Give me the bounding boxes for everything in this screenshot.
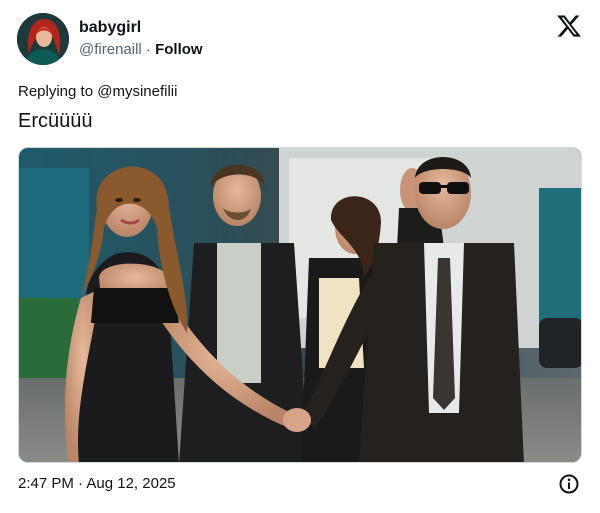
author-display-name[interactable]: babygirl xyxy=(79,18,141,38)
tweet-media-photo[interactable] xyxy=(18,147,582,463)
avatar-image xyxy=(17,13,69,65)
separator-dot: · xyxy=(78,475,84,492)
photo-scene xyxy=(19,148,581,462)
x-logo-icon[interactable] xyxy=(556,13,582,39)
replying-to-prefix: Replying to xyxy=(18,83,94,100)
info-icon[interactable] xyxy=(558,473,580,495)
separator-dot: · xyxy=(145,41,151,58)
author-handle-row: @firenaill · Follow xyxy=(79,40,203,60)
tweet-text: Ercüüüü xyxy=(18,110,93,132)
author-handle[interactable]: @firenaill xyxy=(79,41,142,58)
replying-to: Replying to @mysinefilii xyxy=(18,82,177,102)
follow-button[interactable]: Follow xyxy=(155,41,203,58)
replying-to-handle[interactable]: @mysinefilii xyxy=(97,83,177,100)
avatar[interactable] xyxy=(17,13,69,65)
tweet-date: Aug 12, 2025 xyxy=(86,475,176,492)
tweet-time: 2:47 PM xyxy=(18,475,74,492)
tweet-timestamp[interactable]: 2:47 PM · Aug 12, 2025 xyxy=(18,474,176,494)
